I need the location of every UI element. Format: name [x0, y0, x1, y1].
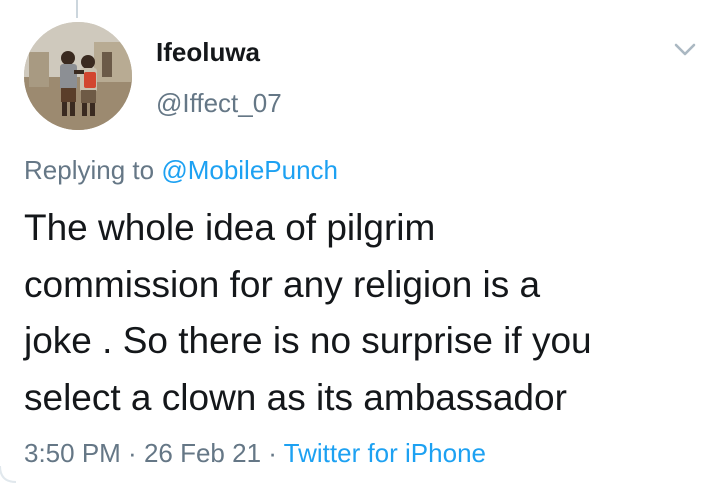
- reply-mention-link[interactable]: @MobilePunch: [161, 155, 338, 185]
- tweet-date[interactable]: 26 Feb 21: [144, 438, 261, 468]
- author-display-name[interactable]: Ifeoluwa: [156, 35, 260, 69]
- tweet-time[interactable]: 3:50 PM: [24, 438, 121, 468]
- thread-connector-line: [76, 0, 78, 18]
- tweet-text-line: The whole idea of pilgrim: [24, 207, 436, 248]
- card-corner-decoration: [0, 466, 16, 483]
- tweet-source-link[interactable]: Twitter for iPhone: [284, 438, 486, 468]
- avatar-photo-icon: [24, 22, 132, 130]
- meta-separator: ·: [120, 438, 144, 468]
- replying-to-label: Replying to: [24, 155, 162, 185]
- replying-to-line: Replying to @MobilePunch: [24, 153, 338, 187]
- author-handle[interactable]: @Iffect_07: [156, 86, 282, 120]
- tweet-text-line: select a clown as its ambassador: [24, 376, 567, 418]
- tweet-menu-button[interactable]: [670, 38, 700, 62]
- tweet-text-line: commission for any religion is a: [24, 263, 541, 305]
- tweet-body: The whole idea of pilgrim commission for…: [24, 200, 714, 426]
- chevron-down-icon: [674, 43, 696, 56]
- meta-separator: ·: [261, 438, 284, 468]
- tweet-metadata: 3:50 PM · 26 Feb 21 · Twitter for iPhone: [24, 436, 486, 470]
- tweet-text-line: joke . So there is no surprise if you: [24, 320, 592, 361]
- author-avatar[interactable]: [24, 22, 132, 130]
